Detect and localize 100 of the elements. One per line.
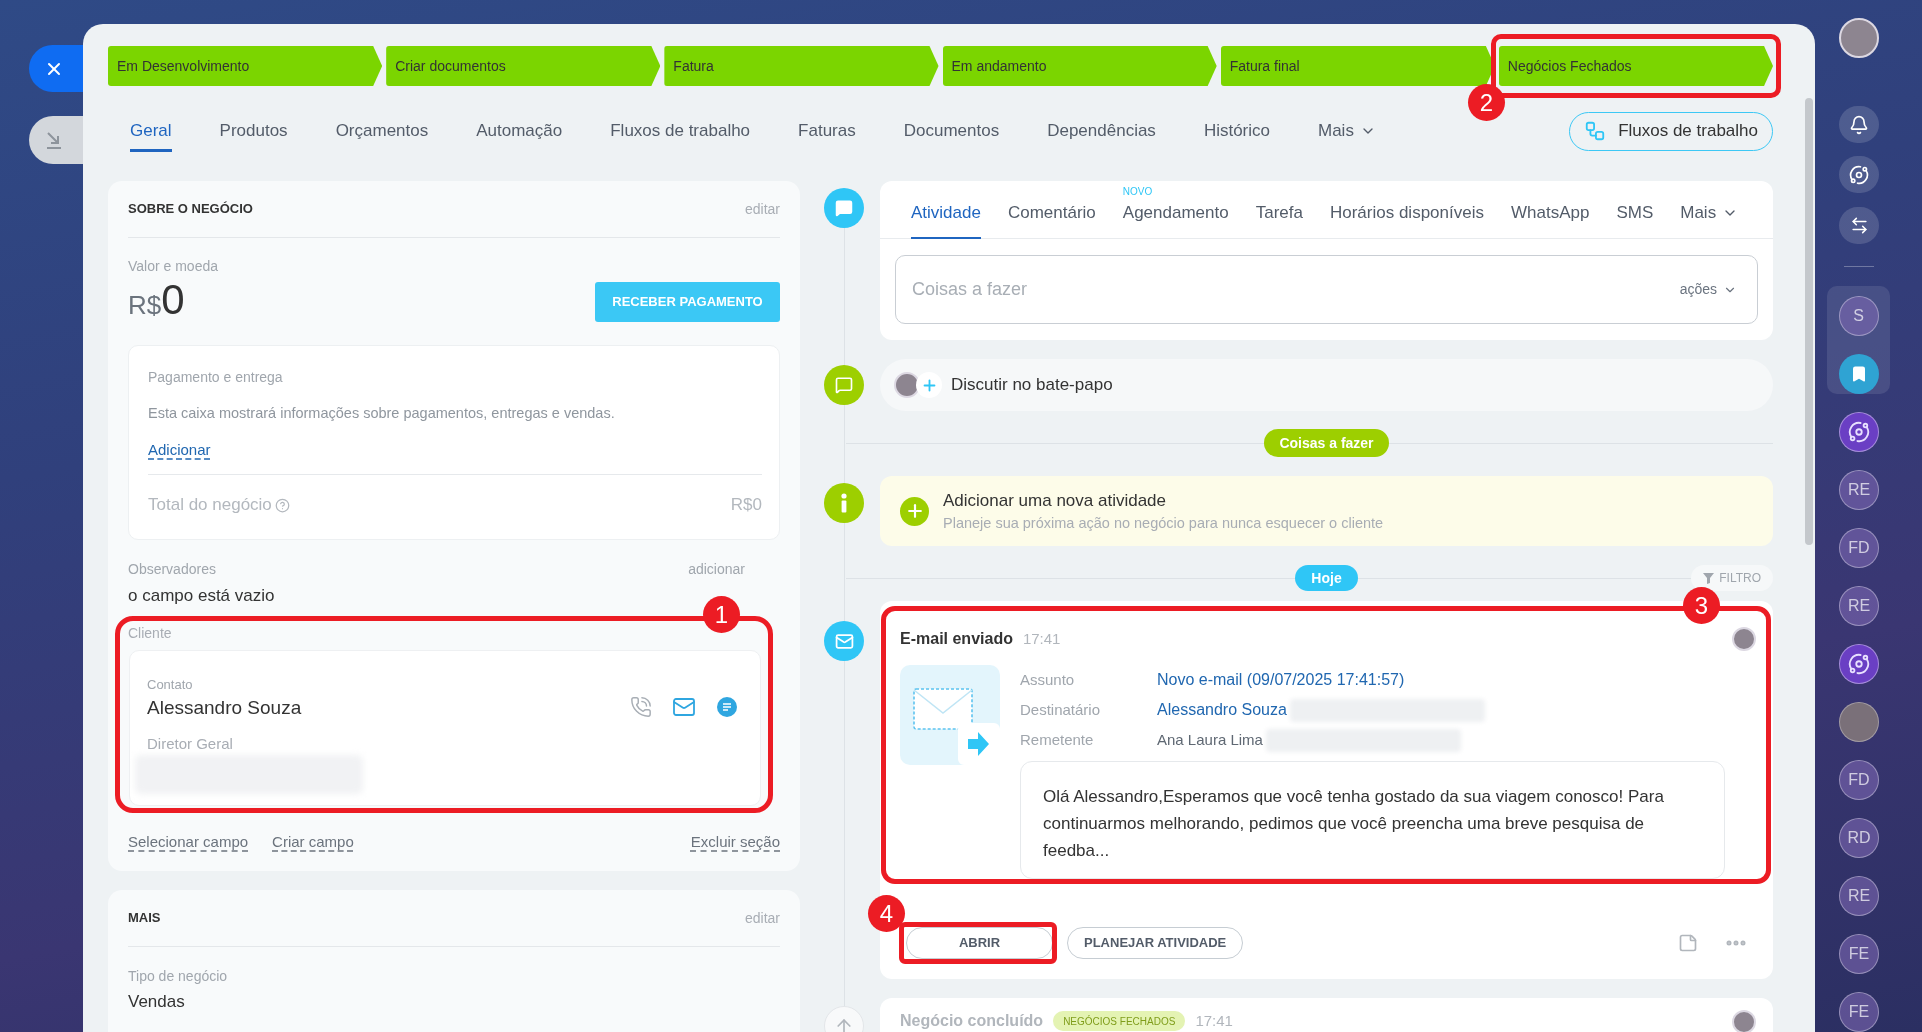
tab[interactable]: Faturas: [798, 110, 856, 152]
field-value: Vendas: [128, 991, 185, 1013]
stage-step[interactable]: Negócios Fechados: [1498, 46, 1774, 86]
total-label: Total do negócio: [148, 494, 272, 517]
composer-tab[interactable]: NOVO Agendamento: [1122, 181, 1229, 238]
new-activity-hint: Planeje sua próxima ação no negócio para nunca esquecer o cliente: [943, 514, 1384, 533]
avatar: [894, 372, 920, 398]
arrow-down-right-icon: [44, 130, 64, 150]
field-label: Observadores: [128, 559, 216, 579]
composer-tab[interactable]: Mais: [1680, 181, 1739, 238]
field-label: Destinatário: [1020, 699, 1102, 720]
stage-step[interactable]: Em andamento: [942, 46, 1217, 86]
tab[interactable]: Produtos: [219, 110, 288, 152]
composer-tab[interactable]: WhatsApp: [1510, 181, 1590, 238]
bookmark-icon[interactable]: [1838, 353, 1879, 394]
section-divider-label: Hoje: [1295, 565, 1358, 591]
swap-arrows-icon[interactable]: [1839, 207, 1879, 244]
stage-step[interactable]: Fatura: [664, 46, 939, 86]
amount-value: 0: [161, 279, 185, 320]
actions-dropdown[interactable]: ações: [1679, 279, 1737, 300]
section-title: SOBRE O NEGÓCIO: [128, 200, 253, 219]
field-value: Ana Laura Lima: [1157, 729, 1263, 750]
tab[interactable]: Orçamentos: [335, 110, 429, 152]
stage-step[interactable]: Criar documentos: [386, 46, 661, 86]
chat-bubble-icon: [824, 365, 864, 405]
avatar: [1732, 1010, 1756, 1032]
contact-label: Contato: [147, 677, 193, 693]
new-activity-title: Adicionar uma nova atividade: [943, 490, 1167, 512]
field-label: Assunto: [1020, 669, 1076, 690]
tab[interactable]: Dependências: [1047, 110, 1156, 152]
activity-action-button[interactable]: ABRIR: [906, 927, 1053, 959]
field-label: Pagamento e entrega: [148, 368, 283, 387]
tab[interactable]: Mais: [1318, 110, 1376, 152]
tab[interactable]: Geral: [130, 110, 172, 152]
orbit-icon[interactable]: [1839, 156, 1879, 193]
tab[interactable]: Fluxos de trabalho: [610, 110, 751, 152]
field-label: Valor e moeda: [128, 257, 218, 276]
mail-icon: [824, 621, 864, 661]
contact-name[interactable]: Alessandro Souza: [147, 696, 302, 720]
activity-title: Negócio concluído: [900, 1011, 1044, 1031]
callout-number: 4: [868, 895, 905, 932]
section-link[interactable]: Selecionar campo: [128, 830, 249, 854]
field-link[interactable]: Novo e-mail (09/07/2025 17:41:57): [1157, 668, 1405, 692]
info-icon: [824, 483, 864, 523]
contact-position: Diretor Geral: [147, 734, 233, 754]
section-link[interactable]: Criar campo: [272, 830, 354, 854]
collapse-button[interactable]: [29, 116, 83, 164]
composer-tab[interactable]: Comentário: [1007, 181, 1096, 238]
callout-number: 3: [1683, 587, 1720, 624]
initials-avatar[interactable]: S: [1838, 295, 1879, 336]
initials-avatar[interactable]: RE: [1839, 876, 1879, 916]
stage-badge: NEGÓCIOS FECHADOS: [1053, 1011, 1186, 1031]
total-value: R$0: [730, 494, 762, 517]
field-label: Tipo de negócio: [128, 967, 228, 986]
avatar: [1732, 627, 1756, 651]
discuss-in-chat-button[interactable]: Discutir no bate-papo: [880, 359, 1773, 411]
close-button[interactable]: [29, 45, 83, 92]
initials-avatar[interactable]: FE: [1839, 934, 1879, 974]
stage-step[interactable]: Em Desenvolvimento: [108, 46, 383, 86]
chat-icon[interactable]: [716, 696, 738, 718]
composer-tab[interactable]: SMS: [1616, 181, 1654, 238]
orbit-icon[interactable]: [1839, 644, 1879, 684]
avatar[interactable]: [1839, 702, 1879, 742]
field-label: Remetente: [1020, 729, 1095, 750]
email-preview: Olá Alessandro,Esperamos que você tenha gostado da sua viagem conosco! Para continuarmos melhorando, pedimos que você preencha uma breve pesquisa de feedba...: [1020, 761, 1725, 879]
currency-symbol: R$: [128, 289, 162, 322]
add-link[interactable]: Adicionar: [148, 440, 211, 460]
composer-tab[interactable]: Tarefa: [1255, 181, 1303, 238]
plus-icon: [900, 496, 929, 526]
initials-avatar[interactable]: RE: [1839, 586, 1879, 626]
initials-avatar[interactable]: FD: [1839, 528, 1879, 568]
activity-time: 17:41: [1022, 628, 1061, 649]
initials-avatar[interactable]: RE: [1839, 470, 1879, 510]
field-label: Cliente: [128, 624, 172, 643]
callout-number: 2: [1467, 84, 1505, 121]
orbit-icon[interactable]: [1839, 412, 1879, 452]
chat-bubble-icon: [824, 188, 864, 228]
filter-icon: [1703, 572, 1715, 584]
bell-icon[interactable]: [1839, 106, 1879, 143]
tab[interactable]: Documentos: [903, 110, 1000, 152]
new-activity-card[interactable]: Adicionar uma nova atividade Planeje sua próxima ação no negócio para nunca esquecer o cliente: [880, 476, 1773, 546]
field-value: o campo está vazio: [128, 585, 275, 607]
activity-title: E-mail enviado: [900, 629, 1013, 649]
tab[interactable]: Automação: [476, 110, 563, 152]
composer-tab[interactable]: Atividade: [911, 181, 981, 238]
field-link[interactable]: Alessandro Souza: [1157, 698, 1287, 722]
activity-action-button[interactable]: PLANEJAR ATIVIDADE: [1067, 927, 1244, 959]
mail-icon[interactable]: [672, 695, 696, 719]
todo-input-field[interactable]: Coisas a fazer ações: [895, 255, 1758, 324]
delete-section-link[interactable]: Excluir seção: [690, 830, 780, 854]
initials-avatar[interactable]: FE: [1839, 992, 1879, 1032]
avatar: [1839, 18, 1879, 58]
initials-avatar[interactable]: RD: [1839, 818, 1879, 858]
composer-tab[interactable]: Horários disponíveis: [1329, 181, 1484, 238]
initials-avatar[interactable]: FD: [1839, 760, 1879, 800]
tab[interactable]: Histórico: [1203, 110, 1270, 152]
sent-envelope-icon: [900, 665, 1000, 765]
activity-time: 17:41: [1195, 1010, 1233, 1031]
callout-number: 1: [703, 596, 740, 633]
section-divider-label: Coisas a fazer: [1264, 429, 1389, 457]
